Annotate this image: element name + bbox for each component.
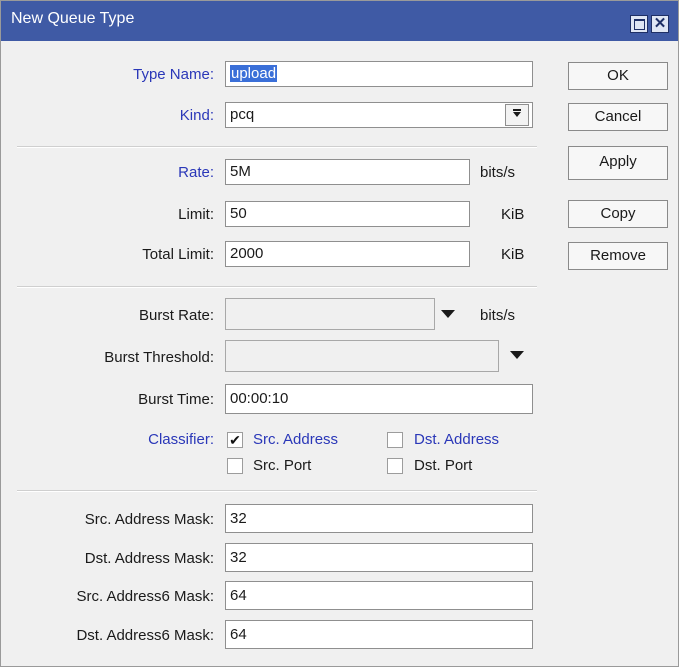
kind-label: Kind: bbox=[179, 107, 214, 124]
limit-value: 50 bbox=[230, 205, 247, 222]
src-address6-mask-label: Src. Address6 Mask: bbox=[76, 588, 214, 605]
cancel-button[interactable]: Cancel bbox=[568, 103, 668, 131]
classifier-label: Classifier: bbox=[148, 431, 214, 448]
kind-select[interactable]: pcq bbox=[225, 102, 533, 128]
kind-dropdown-button[interactable] bbox=[505, 104, 529, 126]
rate-label: Rate: bbox=[178, 164, 214, 181]
src-port-checkbox[interactable] bbox=[227, 458, 243, 474]
src-address-mask-label: Src. Address Mask: bbox=[84, 511, 214, 528]
dst-address6-mask-input[interactable]: 64 bbox=[225, 620, 533, 649]
dst-address-mask-label: Dst. Address Mask: bbox=[84, 550, 214, 567]
rate-unit: bits/s bbox=[480, 164, 516, 181]
close-icon[interactable]: ✕ bbox=[651, 15, 669, 33]
copy-button[interactable]: Copy bbox=[568, 200, 668, 228]
limit-unit: KiB bbox=[501, 206, 525, 223]
ok-button[interactable]: OK bbox=[568, 62, 668, 90]
total-limit-value: 2000 bbox=[230, 245, 264, 262]
burst-time-input[interactable]: 00:00:10 bbox=[225, 384, 533, 414]
total-limit-input[interactable]: 2000 bbox=[225, 241, 470, 267]
burst-time-label: Burst Time: bbox=[138, 391, 214, 408]
src-port-option-label: Src. Port bbox=[253, 457, 312, 474]
kind-value: pcq bbox=[230, 106, 255, 123]
burst-threshold-input[interactable] bbox=[225, 340, 499, 372]
burst-rate-input[interactable] bbox=[225, 298, 435, 330]
src-address-mask-value: 32 bbox=[230, 510, 247, 527]
src-address6-mask-input[interactable]: 64 bbox=[225, 581, 533, 610]
dst-address6-mask-label: Dst. Address6 Mask: bbox=[76, 627, 214, 644]
burst-rate-label: Burst Rate: bbox=[138, 307, 214, 324]
burst-time-value: 00:00:10 bbox=[230, 390, 289, 407]
separator bbox=[17, 490, 537, 492]
dst-address-mask-value: 32 bbox=[230, 549, 247, 566]
separator bbox=[17, 286, 537, 288]
dropdown-chevron-icon bbox=[513, 112, 521, 117]
src-address6-mask-value: 64 bbox=[230, 587, 247, 604]
dropdown-arrow-icon bbox=[513, 109, 521, 111]
dst-address-checkbox[interactable] bbox=[387, 432, 403, 448]
src-address-option-label: Src. Address bbox=[253, 431, 339, 448]
src-address-mask-input[interactable]: 32 bbox=[225, 504, 533, 533]
src-address-checkbox[interactable]: ✔ bbox=[227, 432, 243, 448]
type-name-input[interactable]: upload bbox=[225, 61, 533, 87]
limit-label: Limit: bbox=[178, 206, 214, 223]
dst-port-option-label: Dst. Port bbox=[414, 457, 473, 474]
separator bbox=[17, 146, 537, 148]
window-title: New Queue Type bbox=[11, 10, 135, 27]
type-name-value: upload bbox=[230, 65, 278, 82]
checkmark-icon: ✔ bbox=[229, 432, 241, 448]
dst-address-option-label: Dst. Address bbox=[414, 431, 500, 448]
apply-button[interactable]: Apply bbox=[568, 146, 668, 180]
total-limit-label: Total Limit: bbox=[142, 246, 214, 263]
dst-port-checkbox[interactable] bbox=[387, 458, 403, 474]
dst-address-mask-input[interactable]: 32 bbox=[225, 543, 533, 572]
limit-input[interactable]: 50 bbox=[225, 201, 470, 227]
rate-value: 5M bbox=[230, 163, 251, 180]
total-limit-unit: KiB bbox=[501, 246, 525, 263]
queue-type-dialog: New Queue Type ✕ Type Name: upload Kind:… bbox=[0, 0, 679, 667]
rate-input[interactable]: 5M bbox=[225, 159, 470, 185]
burst-rate-unit: bits/s bbox=[480, 307, 516, 324]
burst-threshold-label: Burst Threshold: bbox=[104, 349, 214, 366]
dst-address6-mask-value: 64 bbox=[230, 626, 247, 643]
title-bar[interactable]: New Queue Type ✕ bbox=[1, 1, 678, 41]
remove-button[interactable]: Remove bbox=[568, 242, 668, 270]
burst-threshold-dropdown-icon[interactable] bbox=[510, 351, 524, 359]
burst-rate-dropdown-icon[interactable] bbox=[441, 310, 455, 318]
type-name-label: Type Name: bbox=[133, 66, 214, 83]
maximize-icon[interactable] bbox=[630, 15, 648, 33]
